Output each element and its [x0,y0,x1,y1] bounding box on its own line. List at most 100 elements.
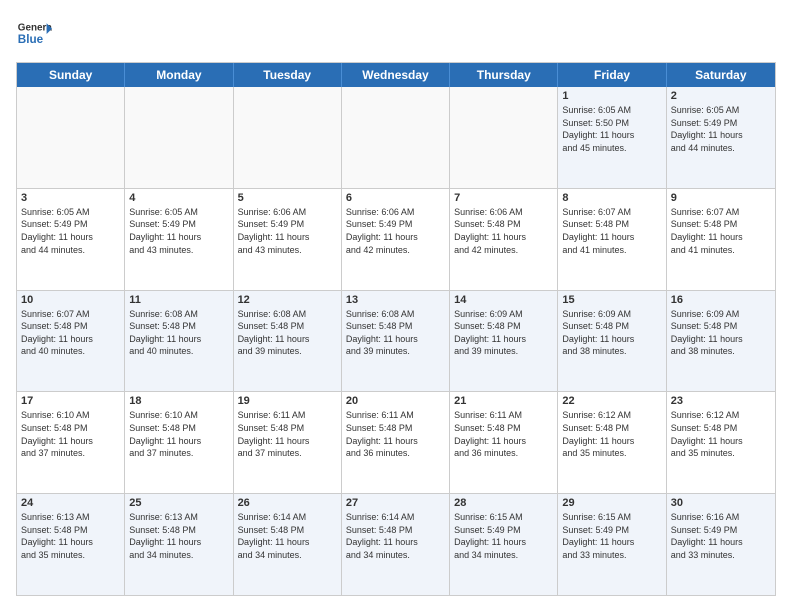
calendar-row-1: 3 Sunrise: 6:05 AMSunset: 5:49 PMDaylight… [17,189,775,291]
day-cell-10: 10 Sunrise: 6:07 AMSunset: 5:48 PMDayligh… [17,291,125,392]
day-number: 6 [346,192,445,204]
day-number: 17 [21,395,120,407]
header-day-saturday: Saturday [667,63,775,87]
day-number: 10 [21,294,120,306]
day-number: 4 [129,192,228,204]
day-number: 15 [562,294,661,306]
calendar-row-3: 17 Sunrise: 6:10 AMSunset: 5:48 PMDayligh… [17,392,775,494]
day-info: Sunrise: 6:05 AMSunset: 5:49 PMDaylight:… [671,104,771,154]
day-cell-1: 1Sunrise: 6:05 AMSunset: 5:50 PMDaylight… [558,87,666,188]
day-info: Sunrise: 6:05 AMSunset: 5:49 PMDaylight:… [129,206,228,256]
day-cell-20: 20Sunrise: 6:11 AMSunset: 5:48 PMDayligh… [342,392,450,493]
day-number: 1 [562,90,661,102]
day-info: Sunrise: 6:08 AMSunset: 5:48 PMDaylight:… [346,308,445,358]
day-number: 22 [562,395,661,407]
logo: General Blue [16,16,52,52]
day-cell-4: 4 Sunrise: 6:05 AMSunset: 5:49 PMDaylight… [125,189,233,290]
day-cell-11: 11Sunrise: 6:08 AMSunset: 5:48 PMDayligh… [125,291,233,392]
day-info: Sunrise: 6:15 AMSunset: 5:49 PMDaylight:… [562,511,661,561]
day-cell-26: 26 Sunrise: 6:14 AMSunset: 5:48 PMDayligh… [234,494,342,595]
day-info: Sunrise: 6:11 AMSunset: 5:48 PMDaylight:… [454,409,553,459]
day-cell-29: 29 Sunrise: 6:15 AMSunset: 5:49 PMDayligh… [558,494,666,595]
day-number: 24 [21,497,120,509]
day-cell-30: 30Sunrise: 6:16 AMSunset: 5:49 PMDayligh… [667,494,775,595]
day-info: Sunrise: 6:06 AMSunset: 5:49 PMDaylight:… [238,206,337,256]
day-cell-28: 28Sunrise: 6:15 AMSunset: 5:49 PMDayligh… [450,494,558,595]
header-day-wednesday: Wednesday [342,63,450,87]
day-info: Sunrise: 6:07 AMSunset: 5:48 PMDaylight:… [562,206,661,256]
day-number: 9 [671,192,771,204]
header: General Blue [16,16,776,52]
day-cell-19: 19 Sunrise: 6:11 AMSunset: 5:48 PMDayligh… [234,392,342,493]
calendar-row-0: 1Sunrise: 6:05 AMSunset: 5:50 PMDaylight… [17,87,775,189]
day-number: 5 [238,192,337,204]
day-info: Sunrise: 6:10 AMSunset: 5:48 PMDaylight:… [129,409,228,459]
empty-cell [125,87,233,188]
page: General Blue SundayMondayTuesdayWednesda… [0,0,792,612]
header-day-sunday: Sunday [17,63,125,87]
day-cell-15: 15 Sunrise: 6:09 AMSunset: 5:48 PMDayligh… [558,291,666,392]
day-number: 21 [454,395,553,407]
day-number: 18 [129,395,228,407]
day-cell-24: 24Sunrise: 6:13 AMSunset: 5:48 PMDayligh… [17,494,125,595]
day-number: 8 [562,192,661,204]
day-number: 23 [671,395,771,407]
empty-cell [17,87,125,188]
day-info: Sunrise: 6:12 AMSunset: 5:48 PMDaylight:… [562,409,661,459]
day-cell-3: 3 Sunrise: 6:05 AMSunset: 5:49 PMDaylight… [17,189,125,290]
day-info: Sunrise: 6:14 AMSunset: 5:48 PMDaylight:… [346,511,445,561]
day-cell-12: 12 Sunrise: 6:08 AMSunset: 5:48 PMDayligh… [234,291,342,392]
day-cell-17: 17 Sunrise: 6:10 AMSunset: 5:48 PMDayligh… [17,392,125,493]
day-cell-22: 22 Sunrise: 6:12 AMSunset: 5:48 PMDayligh… [558,392,666,493]
day-info: Sunrise: 6:07 AMSunset: 5:48 PMDaylight:… [671,206,771,256]
header-day-monday: Monday [125,63,233,87]
day-number: 12 [238,294,337,306]
calendar-header: SundayMondayTuesdayWednesdayThursdayFrid… [17,63,775,87]
empty-cell [342,87,450,188]
day-info: Sunrise: 6:09 AMSunset: 5:48 PMDaylight:… [454,308,553,358]
calendar-row-4: 24Sunrise: 6:13 AMSunset: 5:48 PMDayligh… [17,494,775,595]
day-info: Sunrise: 6:08 AMSunset: 5:48 PMDaylight:… [238,308,337,358]
day-cell-5: 5 Sunrise: 6:06 AMSunset: 5:49 PMDaylight… [234,189,342,290]
day-number: 14 [454,294,553,306]
day-number: 19 [238,395,337,407]
day-info: Sunrise: 6:12 AMSunset: 5:48 PMDaylight:… [671,409,771,459]
day-number: 28 [454,497,553,509]
day-cell-7: 7Sunrise: 6:06 AMSunset: 5:48 PMDaylight… [450,189,558,290]
day-cell-21: 21 Sunrise: 6:11 AMSunset: 5:48 PMDayligh… [450,392,558,493]
day-number: 27 [346,497,445,509]
header-day-friday: Friday [558,63,666,87]
day-info: Sunrise: 6:05 AMSunset: 5:49 PMDaylight:… [21,206,120,256]
day-number: 3 [21,192,120,204]
day-number: 29 [562,497,661,509]
svg-text:Blue: Blue [18,33,44,46]
day-cell-8: 8 Sunrise: 6:07 AMSunset: 5:48 PMDaylight… [558,189,666,290]
day-info: Sunrise: 6:10 AMSunset: 5:48 PMDaylight:… [21,409,120,459]
day-number: 11 [129,294,228,306]
header-day-thursday: Thursday [450,63,558,87]
empty-cell [450,87,558,188]
day-cell-18: 18 Sunrise: 6:10 AMSunset: 5:48 PMDayligh… [125,392,233,493]
day-number: 26 [238,497,337,509]
day-info: Sunrise: 6:16 AMSunset: 5:49 PMDaylight:… [671,511,771,561]
day-cell-2: 2 Sunrise: 6:05 AMSunset: 5:49 PMDaylight… [667,87,775,188]
header-day-tuesday: Tuesday [234,63,342,87]
day-info: Sunrise: 6:11 AMSunset: 5:48 PMDaylight:… [238,409,337,459]
day-number: 2 [671,90,771,102]
day-cell-16: 16Sunrise: 6:09 AMSunset: 5:48 PMDayligh… [667,291,775,392]
day-info: Sunrise: 6:09 AMSunset: 5:48 PMDaylight:… [562,308,661,358]
day-info: Sunrise: 6:07 AMSunset: 5:48 PMDaylight:… [21,308,120,358]
calendar-row-2: 10 Sunrise: 6:07 AMSunset: 5:48 PMDayligh… [17,291,775,393]
day-number: 20 [346,395,445,407]
calendar: SundayMondayTuesdayWednesdayThursdayFrid… [16,62,776,596]
day-cell-13: 13Sunrise: 6:08 AMSunset: 5:48 PMDayligh… [342,291,450,392]
day-cell-6: 6 Sunrise: 6:06 AMSunset: 5:49 PMDaylight… [342,189,450,290]
day-number: 25 [129,497,228,509]
day-cell-9: 9 Sunrise: 6:07 AMSunset: 5:48 PMDaylight… [667,189,775,290]
day-cell-25: 25Sunrise: 6:13 AMSunset: 5:48 PMDayligh… [125,494,233,595]
day-info: Sunrise: 6:09 AMSunset: 5:48 PMDaylight:… [671,308,771,358]
day-number: 7 [454,192,553,204]
day-info: Sunrise: 6:06 AMSunset: 5:49 PMDaylight:… [346,206,445,256]
empty-cell [234,87,342,188]
day-info: Sunrise: 6:14 AMSunset: 5:48 PMDaylight:… [238,511,337,561]
